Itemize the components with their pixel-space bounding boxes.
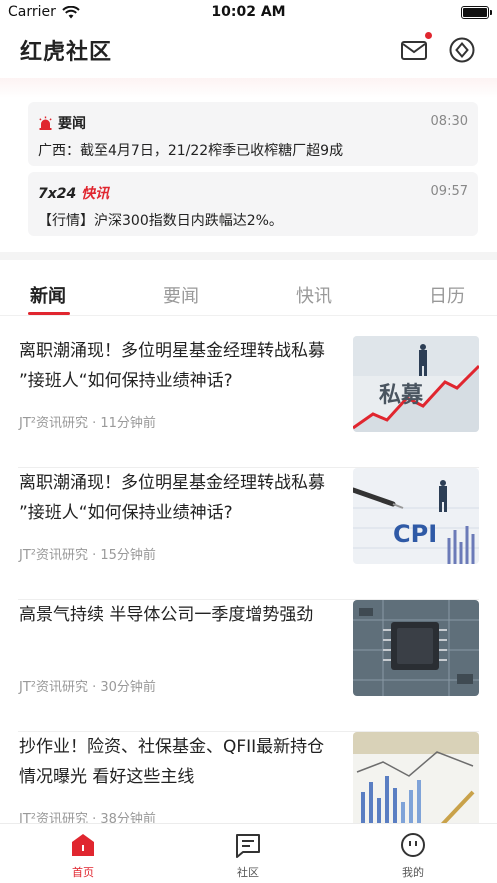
flash-724-logo: 7x24 快讯: [38, 186, 110, 202]
flash-card-724[interactable]: 7x24 快讯 09:57 【行情】沪深300指数日内跌幅达2%。: [28, 172, 478, 236]
app-header: 红虎社区: [0, 26, 497, 76]
nav-label: 首页: [72, 866, 94, 879]
news-title: 抄作业！险资、社保基金、QFII最新持仓情况曝光 看好这些主线: [19, 737, 325, 787]
alarm-icon: [39, 116, 52, 130]
news-item[interactable]: 离职潮涌现！多位明星基金经理转战私募 ”接班人“如何保持业绩神话? JT²资讯研…: [0, 336, 497, 468]
tab-active-indicator: [28, 312, 70, 315]
news-title: 离职潮涌现！多位明星基金经理转战私募 ”接班人“如何保持业绩神话?: [19, 473, 325, 523]
news-thumbnail: CPI: [353, 468, 479, 564]
battery-icon: [461, 6, 492, 19]
flash-card-label: 要闻: [58, 116, 86, 132]
news-thumbnail: [353, 600, 479, 696]
nav-community[interactable]: 社区: [208, 832, 288, 880]
thumb-text: 私募: [379, 383, 424, 408]
news-item[interactable]: 高景气持续 半导体公司一季度增势强劲 JT²资讯研究 · 30分钟前: [0, 600, 497, 732]
nav-label: 社区: [237, 866, 259, 879]
community-icon: [236, 834, 260, 858]
flash-card-header: 7x24 快讯: [38, 183, 109, 203]
flash-card-text: 广西：截至4月7日，21/22榨季已收榨糖厂超9成: [38, 143, 344, 159]
tab-headlines[interactable]: 要闻: [163, 282, 199, 308]
flash-card-headline[interactable]: 要闻 08:30 广西：截至4月7日，21/22榨季已收榨糖厂超9成: [28, 102, 478, 166]
flash-card-time: 08:30: [430, 114, 468, 129]
flash-card-time: 09:57: [430, 184, 468, 199]
tab-news[interactable]: 新闻: [30, 282, 66, 308]
news-thumbnail: [353, 732, 479, 828]
news-item[interactable]: 离职潮涌现！多位明星基金经理转战私募 ”接班人“如何保持业绩神话? JT²资讯研…: [0, 468, 497, 600]
nav-home[interactable]: 首页: [43, 832, 123, 880]
flash-news-area: 要闻 08:30 广西：截至4月7日，21/22榨季已收榨糖厂超9成 7x24 …: [0, 78, 497, 250]
news-meta: JT²资讯研究 · 15分钟前: [19, 548, 156, 563]
news-thumbnail: 私募: [353, 336, 479, 432]
news-meta: JT²资讯研究 · 11分钟前: [19, 416, 156, 431]
news-meta: JT²资讯研究 · 30分钟前: [19, 680, 156, 695]
mail-icon[interactable]: [400, 38, 428, 62]
news-title: 高景气持续 半导体公司一季度增势强劲: [19, 605, 314, 625]
home-icon: [72, 834, 94, 856]
nav-label: 我的: [402, 866, 424, 879]
flash-card-text: 【行情】沪深300指数日内跌幅达2%。: [38, 213, 283, 229]
profile-icon: [401, 833, 425, 857]
nav-profile[interactable]: 我的: [373, 832, 453, 880]
status-bar: Carrier 10:02 AM: [0, 0, 497, 26]
compass-icon[interactable]: [448, 36, 476, 64]
tab-calendar[interactable]: 日历: [429, 282, 465, 308]
news-tabs: 新闻 要闻 快讯 日历: [0, 270, 497, 316]
notification-dot: [425, 32, 432, 39]
app-title: 红虎社区: [20, 40, 113, 65]
section-divider: [0, 252, 497, 260]
status-time: 10:02 AM: [211, 4, 286, 20]
news-title: 离职潮涌现！多位明星基金经理转战私募 ”接班人“如何保持业绩神话?: [19, 341, 325, 391]
thumb-text: CPI: [393, 520, 437, 548]
flash-card-header: 要闻: [38, 113, 86, 133]
tab-flash[interactable]: 快讯: [296, 282, 332, 308]
bottom-nav: 首页 社区 我的: [0, 823, 497, 883]
